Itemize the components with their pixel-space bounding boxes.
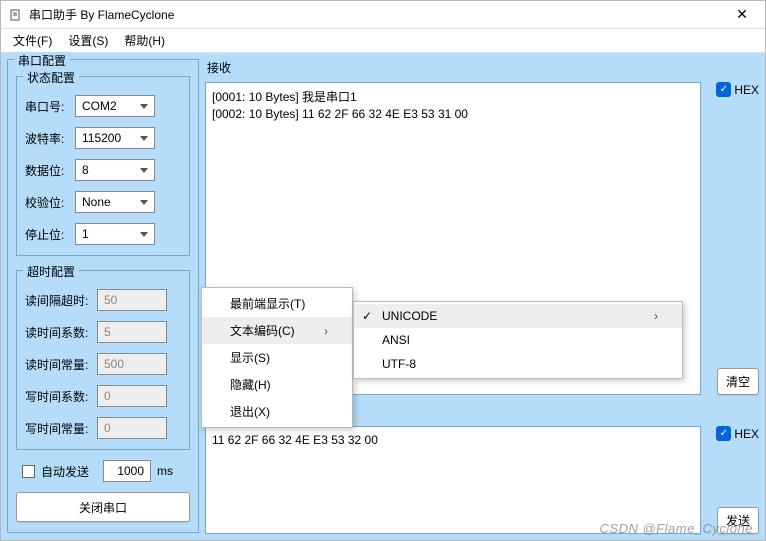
menu-file[interactable]: 文件(F) [5,30,60,51]
label-read-mult: 读时间系数: [25,324,91,341]
menubar: 文件(F) 设置(S) 帮助(H) [1,29,765,53]
autosend-interval-input[interactable]: 1000 [103,460,151,482]
main-window: 串口助手 By FlameCyclone ✕ 文件(F) 设置(S) 帮助(H)… [0,0,766,541]
menu-settings[interactable]: 设置(S) [60,30,116,51]
check-icon: ✓ [362,309,372,323]
app-icon [9,8,23,22]
baud-select[interactable]: 115200 [75,127,155,149]
recv-hex-check[interactable]: ✓ HEX [716,82,759,97]
check-icon: ✓ [716,426,731,441]
ctx-hide[interactable]: 隐藏(H) [202,371,352,398]
send-hex-check[interactable]: ✓ HEX [716,426,759,441]
write-const-input[interactable]: 0 [97,417,167,439]
clear-button[interactable]: 清空 [717,368,759,395]
chevron-right-icon: › [324,324,328,338]
close-button[interactable]: ✕ [727,6,757,23]
ctx-show[interactable]: 显示(S) [202,344,352,371]
label-port: 串口号: [25,98,69,115]
titlebar: 串口助手 By FlameCyclone ✕ [1,1,765,29]
label-write-const: 写时间常量: [25,420,91,437]
read-interval-input[interactable]: 50 [97,289,167,311]
read-mult-input[interactable]: 5 [97,321,167,343]
chevron-right-icon: › [654,309,658,323]
label-read-interval: 读间隔超时: [25,292,91,309]
label-databits: 数据位: [25,162,69,179]
ctx-encoding[interactable]: 文本编码(C)› [202,317,352,344]
write-mult-input[interactable]: 0 [97,385,167,407]
databits-select[interactable]: 8 [75,159,155,181]
group-title-state: 状态配置 [23,69,79,86]
read-const-input[interactable]: 500 [97,353,167,375]
recv-side-controls: ✓ HEX 清空 [707,82,759,395]
label-write-mult: 写时间系数: [25,388,91,405]
menu-help[interactable]: 帮助(H) [116,30,173,51]
content-area: 串口配置 状态配置 串口号: COM2 波特率: 115200 数据位: 8 [1,53,765,540]
ms-label: ms [157,464,173,478]
label-stopbits: 停止位: [25,226,69,243]
label-baud: 波特率: [25,130,69,147]
serial-config-group: 串口配置 状态配置 串口号: COM2 波特率: 115200 数据位: 8 [7,59,199,533]
state-config-group: 状态配置 串口号: COM2 波特率: 115200 数据位: 8 校验位: [16,76,190,256]
stopbits-select[interactable]: 1 [75,223,155,245]
encoding-utf8[interactable]: UTF-8 [354,352,682,376]
encoding-submenu: ✓ UNICODE › ANSI UTF-8 [353,301,683,379]
label-read-const: 读时间常量: [25,356,91,373]
close-port-button[interactable]: 关闭串口 [16,492,190,522]
context-menu: 最前端显示(T) 文本编码(C)› 显示(S) 隐藏(H) 退出(X) [201,287,353,428]
ctx-topmost[interactable]: 最前端显示(T) [202,290,352,317]
autosend-checkbox[interactable] [22,465,35,478]
autosend-row: 自动发送 1000 ms [16,460,190,482]
send-panel: 11 62 2F 66 32 4E E3 53 32 00 ✓ HEX 发送 [205,426,759,534]
send-textbox[interactable]: 11 62 2F 66 32 4E E3 53 32 00 [205,426,701,534]
recv-label: 接收 [207,59,759,76]
check-icon: ✓ [716,82,731,97]
send-side-controls: ✓ HEX 发送 [707,426,759,534]
left-column: 串口配置 状态配置 串口号: COM2 波特率: 115200 数据位: 8 [7,59,199,534]
timeout-config-group: 超时配置 读间隔超时: 50 读时间系数: 5 读时间常量: 500 写时间系 [16,270,190,450]
label-parity: 校验位: [25,194,69,211]
group-title-timeout: 超时配置 [23,263,79,280]
window-title: 串口助手 By FlameCyclone [29,6,727,23]
watermark: CSDN @Flame_Cyclone [600,521,753,536]
group-title-serial: 串口配置 [14,52,70,69]
autosend-label: 自动发送 [41,463,89,480]
port-select[interactable]: COM2 [75,95,155,117]
encoding-unicode[interactable]: ✓ UNICODE › [354,304,682,328]
parity-select[interactable]: None [75,191,155,213]
encoding-ansi[interactable]: ANSI [354,328,682,352]
ctx-exit[interactable]: 退出(X) [202,398,352,425]
